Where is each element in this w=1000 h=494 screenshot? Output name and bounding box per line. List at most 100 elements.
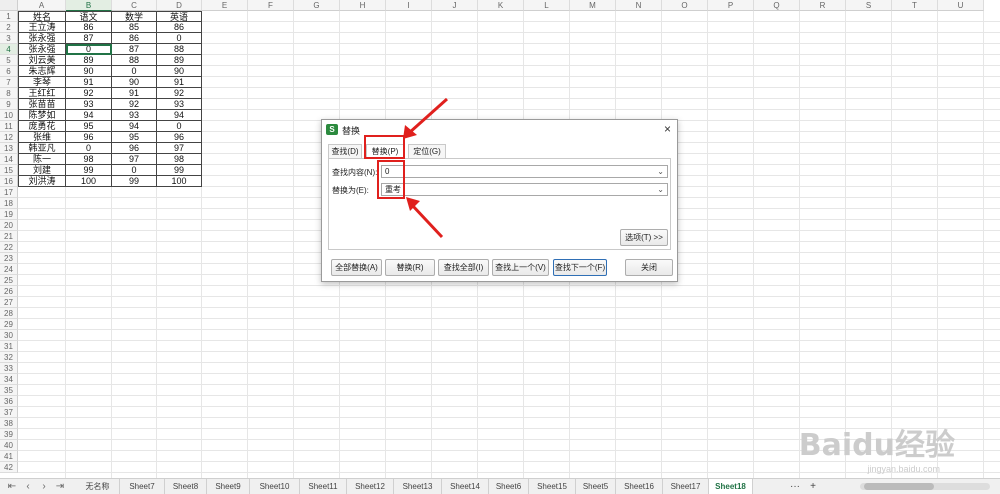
row-header[interactable]: 35 (0, 385, 18, 396)
table-cell[interactable]: 94 (66, 110, 112, 121)
table-cell[interactable]: 王立涛 (18, 22, 66, 33)
sheet-tab[interactable]: Sheet10 (250, 479, 300, 494)
table-cell[interactable]: 96 (157, 132, 202, 143)
table-cell[interactable]: 99 (112, 176, 157, 187)
row-header[interactable]: 36 (0, 396, 18, 407)
row-header[interactable]: 17 (0, 187, 18, 198)
sheet-tab[interactable]: Sheet17 (663, 479, 709, 494)
close-button[interactable]: 关闭 (625, 259, 673, 276)
find-next-button[interactable]: 查找下一个(F) (553, 259, 607, 276)
row-header[interactable]: 27 (0, 297, 18, 308)
table-cell[interactable]: 陈一 (18, 154, 66, 165)
table-cell[interactable]: 0 (112, 165, 157, 176)
table-cell[interactable]: 0 (157, 121, 202, 132)
table-header-cell[interactable]: 数学 (112, 11, 157, 22)
row-header[interactable]: 19 (0, 209, 18, 220)
table-cell[interactable]: 朱志辉 (18, 66, 66, 77)
table-cell[interactable]: 韩亚凡 (18, 143, 66, 154)
column-header[interactable]: T (892, 0, 938, 11)
table-cell[interactable]: 91 (112, 88, 157, 99)
row-header[interactable]: 32 (0, 352, 18, 363)
table-cell[interactable]: 96 (112, 143, 157, 154)
table-cell[interactable]: 98 (66, 154, 112, 165)
table-cell[interactable]: 93 (157, 99, 202, 110)
table-cell[interactable]: 王红红 (18, 88, 66, 99)
find-all-button[interactable]: 查找全部(I) (438, 259, 489, 276)
sheet-tab[interactable]: Sheet11 (300, 479, 347, 494)
column-header[interactable]: E (202, 0, 248, 11)
more-sheets-icon[interactable]: ··· (786, 479, 804, 494)
add-sheet-icon[interactable]: + (806, 479, 820, 494)
row-header[interactable]: 29 (0, 319, 18, 330)
table-cell[interactable]: 李琴 (18, 77, 66, 88)
row-header[interactable]: 4 (0, 44, 18, 55)
row-header[interactable]: 30 (0, 330, 18, 341)
column-header[interactable]: Q (754, 0, 800, 11)
sheet-tab[interactable]: Sheet13 (394, 479, 442, 494)
row-header[interactable]: 42 (0, 462, 18, 473)
row-header[interactable]: 15 (0, 165, 18, 176)
chevron-down-icon[interactable]: ⌄ (657, 166, 664, 177)
row-header[interactable]: 25 (0, 275, 18, 286)
table-header-cell[interactable]: 语文 (66, 11, 112, 22)
sheet-tab[interactable]: Sheet12 (347, 479, 394, 494)
selected-cell-b4[interactable] (66, 44, 112, 55)
chevron-down-icon[interactable]: ⌄ (657, 184, 664, 195)
column-header[interactable]: J (432, 0, 478, 11)
table-cell[interactable]: 87 (112, 44, 157, 55)
column-header[interactable]: C (112, 0, 157, 11)
options-button[interactable]: 选项(T) >> (620, 229, 668, 246)
row-header[interactable]: 7 (0, 77, 18, 88)
sheet-tab[interactable]: Sheet6 (489, 479, 529, 494)
table-cell[interactable]: 92 (112, 99, 157, 110)
table-cell[interactable]: 86 (66, 22, 112, 33)
column-header[interactable]: H (340, 0, 386, 11)
horizontal-scrollbar[interactable] (860, 483, 990, 490)
table-cell[interactable]: 陈梦如 (18, 110, 66, 121)
table-cell[interactable]: 93 (112, 110, 157, 121)
table-cell[interactable]: 86 (157, 22, 202, 33)
row-header[interactable]: 37 (0, 407, 18, 418)
column-header[interactable]: K (478, 0, 524, 11)
column-header[interactable]: M (570, 0, 616, 11)
column-header[interactable]: L (524, 0, 570, 11)
table-cell[interactable]: 96 (66, 132, 112, 143)
table-cell[interactable]: 张永强 (18, 33, 66, 44)
row-header[interactable]: 9 (0, 99, 18, 110)
sheet-tab[interactable]: Sheet15 (529, 479, 576, 494)
row-header[interactable]: 2 (0, 22, 18, 33)
next-sheet-icon[interactable]: › (38, 480, 50, 493)
table-cell[interactable]: 90 (66, 66, 112, 77)
column-header[interactable]: B (66, 0, 112, 11)
table-cell[interactable]: 100 (66, 176, 112, 187)
table-cell[interactable]: 刘云美 (18, 55, 66, 66)
column-header[interactable]: P (708, 0, 754, 11)
row-header[interactable]: 5 (0, 55, 18, 66)
scrollbar-thumb[interactable] (864, 483, 934, 490)
row-header[interactable]: 12 (0, 132, 18, 143)
table-cell[interactable]: 92 (66, 88, 112, 99)
table-cell[interactable]: 95 (66, 121, 112, 132)
table-cell[interactable]: 90 (157, 66, 202, 77)
row-header[interactable]: 39 (0, 429, 18, 440)
row-header[interactable]: 40 (0, 440, 18, 451)
first-sheet-icon[interactable]: ⇤ (6, 480, 18, 493)
row-header[interactable]: 33 (0, 363, 18, 374)
table-cell[interactable]: 94 (157, 110, 202, 121)
column-header[interactable]: G (294, 0, 340, 11)
sheet-tab[interactable]: Sheet14 (442, 479, 489, 494)
find-previous-button[interactable]: 查找上一个(V) (492, 259, 549, 276)
row-header[interactable]: 18 (0, 198, 18, 209)
table-cell[interactable]: 88 (112, 55, 157, 66)
sheet-tab[interactable]: Sheet18 (709, 479, 753, 494)
row-header[interactable]: 13 (0, 143, 18, 154)
table-cell[interactable]: 张苗苗 (18, 99, 66, 110)
row-header[interactable]: 28 (0, 308, 18, 319)
row-header[interactable]: 10 (0, 110, 18, 121)
table-cell[interactable]: 93 (66, 99, 112, 110)
replace-all-button[interactable]: 全部替换(A) (331, 259, 382, 276)
table-cell[interactable]: 91 (157, 77, 202, 88)
table-cell[interactable]: 95 (112, 132, 157, 143)
table-cell[interactable]: 91 (66, 77, 112, 88)
column-header[interactable]: S (846, 0, 892, 11)
